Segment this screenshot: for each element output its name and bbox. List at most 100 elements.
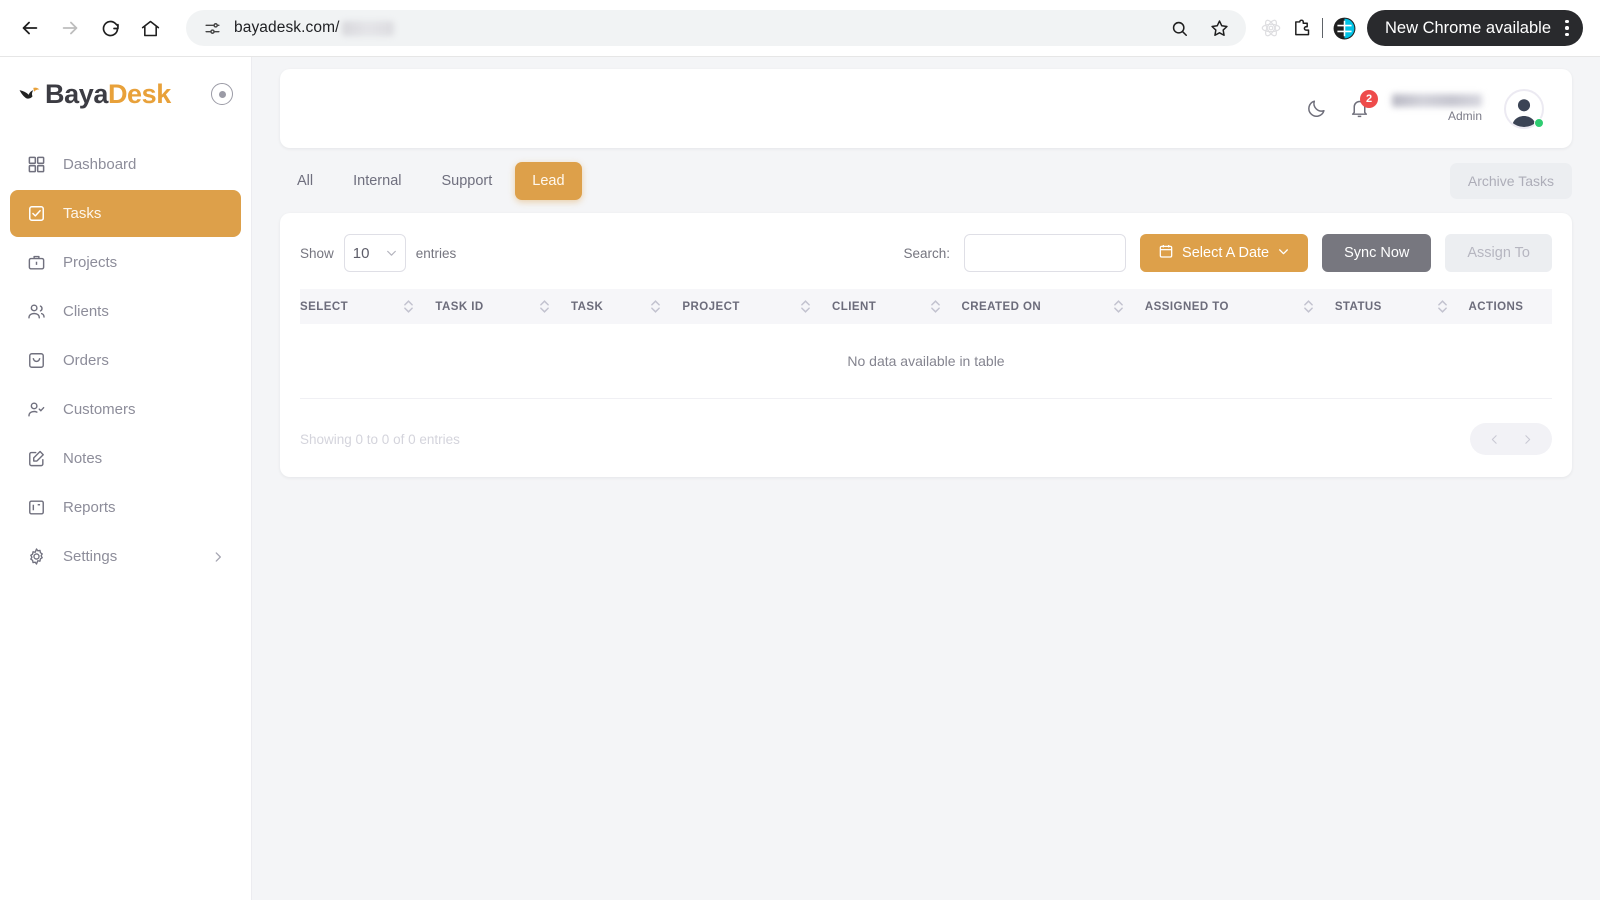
select-a-date-label: Select A Date [1182,245,1270,261]
moon-icon[interactable] [1306,98,1327,119]
sidebar-item-label: Notes [63,450,103,467]
address-bar[interactable]: bayadesk.com/ [186,10,1246,46]
table-actions: Search: Select A Date Sync Now Assign To [904,234,1552,272]
sidebar-item-reports[interactable]: Reports [10,484,241,531]
column-actions: ACTIONS [1468,289,1552,324]
pencil-square-icon [26,448,47,469]
tasks-table: SELECT TASK ID TASK PROJECT CLIENT CREAT… [300,289,1552,399]
archive-tasks-button[interactable]: Archive Tasks [1449,163,1572,199]
people-icon [26,301,47,322]
chevron-right-icon[interactable] [1521,433,1534,446]
chevron-down-icon [1277,245,1290,262]
star-icon[interactable] [1206,15,1232,41]
home-icon[interactable] [132,10,168,46]
tab-lead[interactable]: Lead [515,162,582,200]
column-label: SELECT [300,300,349,313]
page-settings-icon[interactable] [200,16,224,40]
sidebar-item-label: Clients [63,303,109,320]
sort-icon[interactable] [801,300,832,313]
extensions-puzzle-icon[interactable] [1288,15,1314,41]
new-chrome-available-button[interactable]: New Chrome available [1367,10,1583,46]
column-label: ASSIGNED TO [1144,300,1229,313]
sidebar-item-orders[interactable]: Orders [10,337,241,384]
user-name-blurred [1392,94,1482,107]
table-header-row: SELECT TASK ID TASK PROJECT CLIENT CREAT… [300,289,1552,324]
calendar-icon [1158,243,1174,263]
column-project[interactable]: PROJECT [682,289,832,324]
search-input[interactable] [964,234,1127,272]
sidebar-nav: Dashboard Tasks Projects Clients Orders … [0,131,251,580]
sidebar-item-dashboard[interactable]: Dashboard [10,141,241,188]
page-content: 2 Admin All Internal Support Lead Archiv… [252,57,1600,900]
pagination [1470,423,1552,455]
tab-internal[interactable]: Internal [336,162,418,200]
grid-icon [26,154,47,175]
search-zoom-icon[interactable] [1166,15,1192,41]
sort-icon[interactable] [651,300,682,313]
sort-icon[interactable] [1437,300,1469,313]
column-label: CREATED ON [961,300,1042,313]
notification-count-badge: 2 [1360,90,1378,108]
url-text: bayadesk.com/ [234,19,340,36]
column-label: CLIENT [832,300,877,313]
sync-now-button[interactable]: Sync Now [1322,234,1432,272]
column-label: TASK ID [435,300,484,313]
entries-select-value: 10 [352,244,370,262]
entries-select[interactable]: 10 [343,234,406,272]
url-blurred-path [341,20,394,36]
sidebar: Baya Desk Dashboard Tasks Projects Clien… [0,57,252,900]
brand-logo: Baya Desk [18,79,171,110]
sort-icon[interactable] [930,300,962,313]
sidebar-item-customers[interactable]: Customers [10,386,241,433]
three-dot-menu-icon[interactable] [1561,19,1573,37]
column-client[interactable]: CLIENT [832,289,962,324]
task-type-tabs-row: All Internal Support Lead Archive Tasks [280,162,1572,200]
bell-icon[interactable]: 2 [1349,90,1378,119]
sidebar-item-projects[interactable]: Projects [10,239,241,286]
report-board-icon [26,497,47,518]
column-label: ACTIONS [1468,300,1524,313]
column-task[interactable]: TASK [571,289,683,324]
new-chrome-available-label: New Chrome available [1385,18,1551,37]
assign-to-button[interactable]: Assign To [1445,234,1552,272]
sidebar-item-tasks[interactable]: Tasks [10,190,241,237]
sort-icon[interactable] [540,300,571,313]
sort-icon[interactable] [1114,300,1145,313]
gear-icon [26,546,47,567]
showing-entries-text: Showing 0 to 0 of 0 entries [300,431,460,447]
column-task-id[interactable]: TASK ID [435,289,572,324]
table-controls: Show 10 entries Search: Select A Date Sy… [300,231,1552,275]
sidebar-item-label: Settings [63,548,118,565]
sidebar-collapse-toggle-icon[interactable] [211,83,233,105]
sidebar-item-notes[interactable]: Notes [10,435,241,482]
forward-icon[interactable] [52,10,88,46]
sort-icon[interactable] [1303,300,1335,313]
column-select[interactable]: SELECT [300,289,436,324]
reload-icon[interactable] [92,10,128,46]
app-header-bar: 2 Admin [280,69,1572,148]
avatar[interactable] [1504,88,1544,129]
tab-all[interactable]: All [280,162,330,200]
react-devtools-icon[interactable] [1258,15,1284,41]
task-type-tabs: All Internal Support Lead [280,162,582,200]
sidebar-item-label: Reports [63,499,116,516]
sidebar-item-clients[interactable]: Clients [10,288,241,335]
column-label: PROJECT [682,300,740,313]
person-check-icon [26,399,47,420]
column-assigned-to[interactable]: ASSIGNED TO [1144,289,1335,324]
brand[interactable]: Baya Desk [0,57,251,131]
brand-name-accent: Desk [107,78,171,109]
column-status[interactable]: STATUS [1334,289,1469,324]
back-icon[interactable] [12,10,48,46]
profile-globe-icon[interactable] [1331,15,1357,41]
select-a-date-button[interactable]: Select A Date [1140,234,1309,272]
chevron-left-icon[interactable] [1488,433,1501,446]
search-label: Search: [903,245,951,261]
show-label: Show [300,245,334,261]
tab-support[interactable]: Support [425,162,510,200]
sort-icon[interactable] [404,300,435,313]
app-shell: Baya Desk Dashboard Tasks Projects Clien… [0,57,1600,900]
column-created-on[interactable]: CREATED ON [961,289,1145,324]
user-info[interactable]: Admin [1392,94,1482,123]
sidebar-item-settings[interactable]: Settings [10,533,241,580]
